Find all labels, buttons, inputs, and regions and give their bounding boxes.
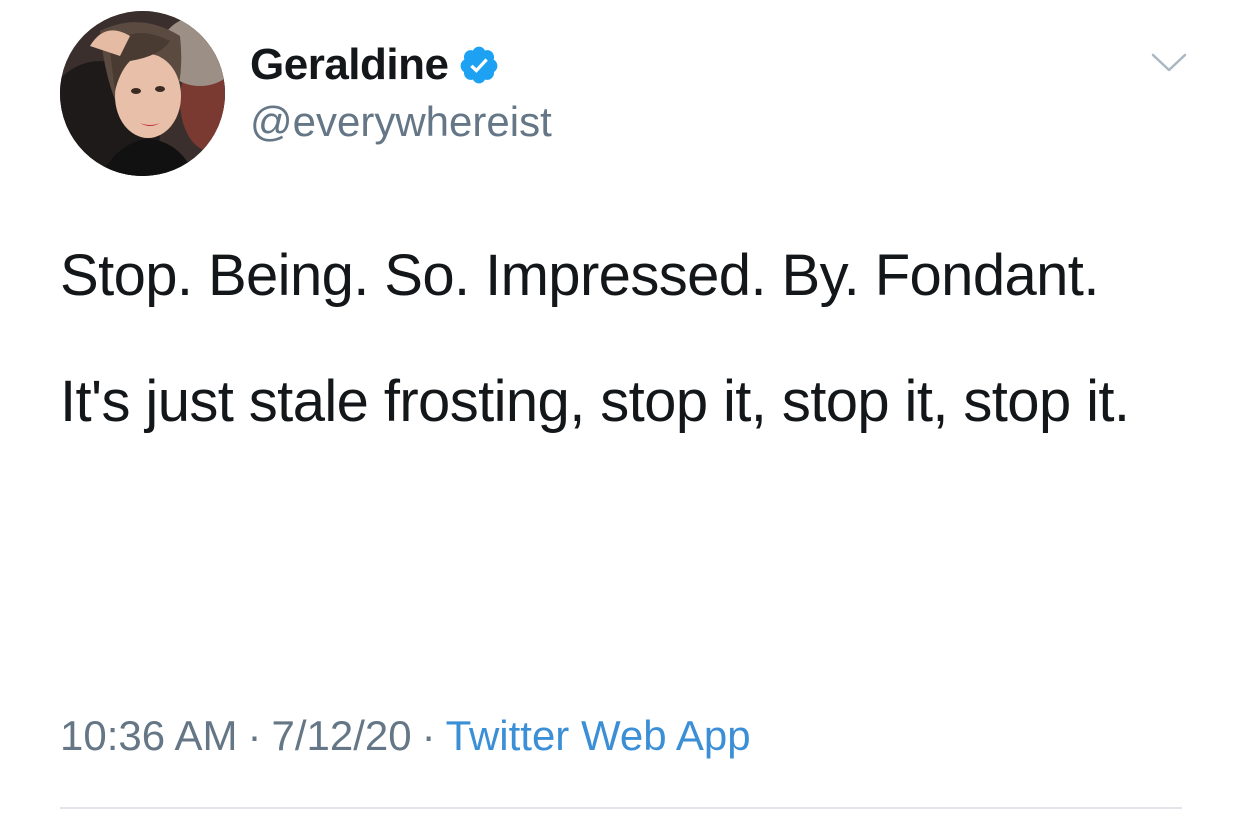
tweet-card: Geraldine @everywhereist Stop. Being. So… (0, 0, 1242, 834)
author-name-row: Geraldine (250, 38, 500, 92)
verified-badge-icon (458, 44, 500, 86)
tweet-source-link[interactable]: Twitter Web App (446, 712, 751, 759)
meta-separator: · (421, 712, 436, 759)
tweet-time[interactable]: 10:36 AM (60, 712, 237, 759)
tweet-paragraph: Stop. Being. So. Impressed. By. Fondant. (60, 243, 1099, 308)
divider (60, 807, 1182, 809)
tweet-meta: 10:36 AM · 7/12/20 · Twitter Web App (60, 712, 751, 760)
display-name[interactable]: Geraldine (250, 40, 449, 90)
chevron-down-icon[interactable] (1150, 50, 1188, 76)
avatar[interactable] (60, 11, 225, 176)
tweet-body: Stop. Being. So. Impressed. By. Fondant.… (60, 228, 1190, 450)
tweet-date[interactable]: 7/12/20 (271, 712, 411, 759)
author-handle[interactable]: @everywhereist (250, 98, 552, 146)
profile-photo-icon (60, 11, 225, 176)
meta-separator: · (247, 712, 262, 759)
tweet-paragraph: It's just stale frosting, stop it, stop … (60, 369, 1130, 434)
